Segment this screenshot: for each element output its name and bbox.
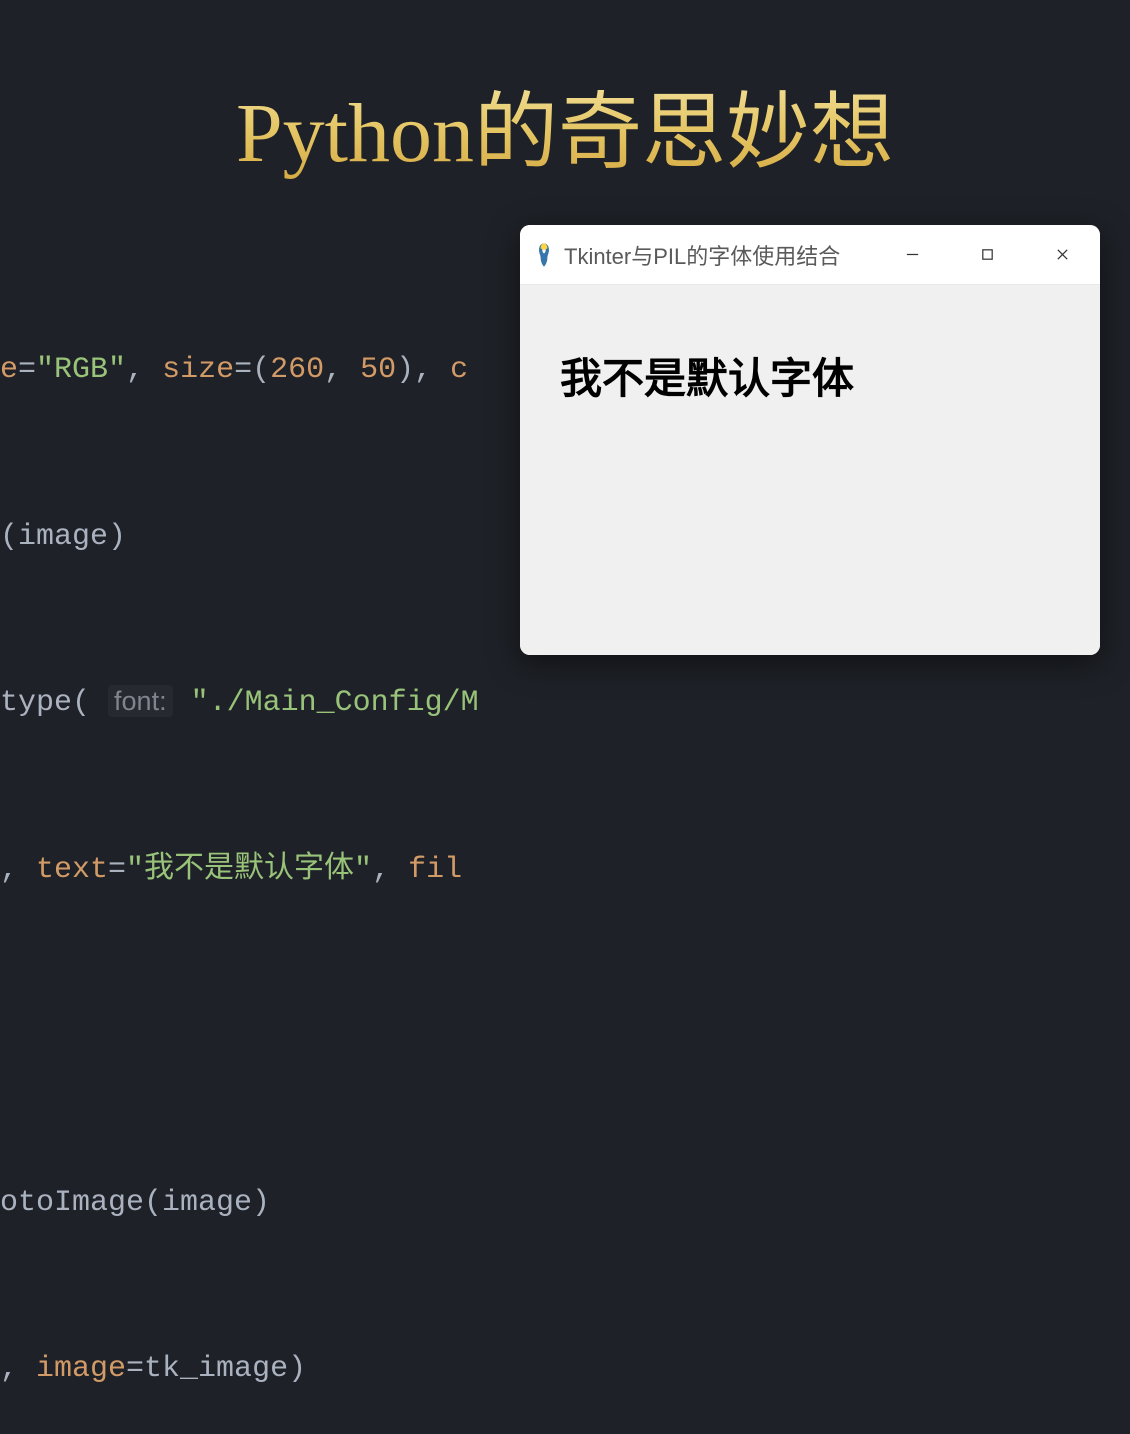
tk-feather-icon	[534, 241, 554, 269]
code-token: text	[36, 853, 108, 887]
code-token: c	[450, 353, 468, 387]
window-titlebar[interactable]: Tkinter与PIL的字体使用结合	[520, 225, 1100, 285]
code-token: "RGB"	[36, 353, 126, 387]
code-token: =(	[234, 353, 270, 387]
window-title: Tkinter与PIL的字体使用结合	[564, 239, 875, 271]
window-content-area: 我不是默认字体	[520, 285, 1100, 655]
code-token: type(	[0, 686, 90, 720]
code-token: ),	[396, 353, 450, 387]
code-token: image	[36, 1352, 126, 1386]
code-token: otoImage(image)	[0, 1186, 270, 1220]
code-token: =	[18, 353, 36, 387]
code-token: ,	[126, 353, 162, 387]
minimize-icon	[905, 247, 920, 262]
code-token: =	[108, 853, 126, 887]
code-line-blank	[0, 1009, 1130, 1065]
close-icon	[1055, 247, 1070, 262]
code-token: (image)	[0, 520, 126, 554]
maximize-icon	[980, 247, 995, 262]
code-token: =	[126, 1352, 144, 1386]
window-controls	[875, 225, 1100, 284]
code-token: 260	[270, 353, 324, 387]
code-token: ,	[0, 853, 36, 887]
code-line-3: type( font: "./Main_Config/M	[0, 676, 1130, 732]
close-button[interactable]	[1025, 225, 1100, 284]
parameter-hint: font:	[108, 685, 173, 717]
code-token: ,	[372, 853, 408, 887]
rendered-text-label: 我不是默认字体	[560, 345, 1060, 406]
code-token: ,	[324, 353, 360, 387]
code-token: size	[162, 353, 234, 387]
code-line-4: , text="我不是默认字体", fil	[0, 843, 1130, 899]
code-line-5: otoImage(image)	[0, 1176, 1130, 1232]
code-token: e	[0, 353, 18, 387]
page-title: Python的奇思妙想	[236, 65, 894, 186]
code-token: 50	[360, 353, 396, 387]
tkinter-window: Tkinter与PIL的字体使用结合 我不是默认字体	[520, 225, 1100, 655]
maximize-button[interactable]	[950, 225, 1025, 284]
code-token: fil	[408, 853, 462, 887]
minimize-button[interactable]	[875, 225, 950, 284]
code-token: "./Main_Config/M	[191, 686, 479, 720]
code-token: "我不是默认字体"	[126, 853, 372, 887]
code-token: tk_image)	[144, 1352, 306, 1386]
code-token: ,	[0, 1352, 36, 1386]
code-line-6: , image=tk_image)	[0, 1342, 1130, 1398]
